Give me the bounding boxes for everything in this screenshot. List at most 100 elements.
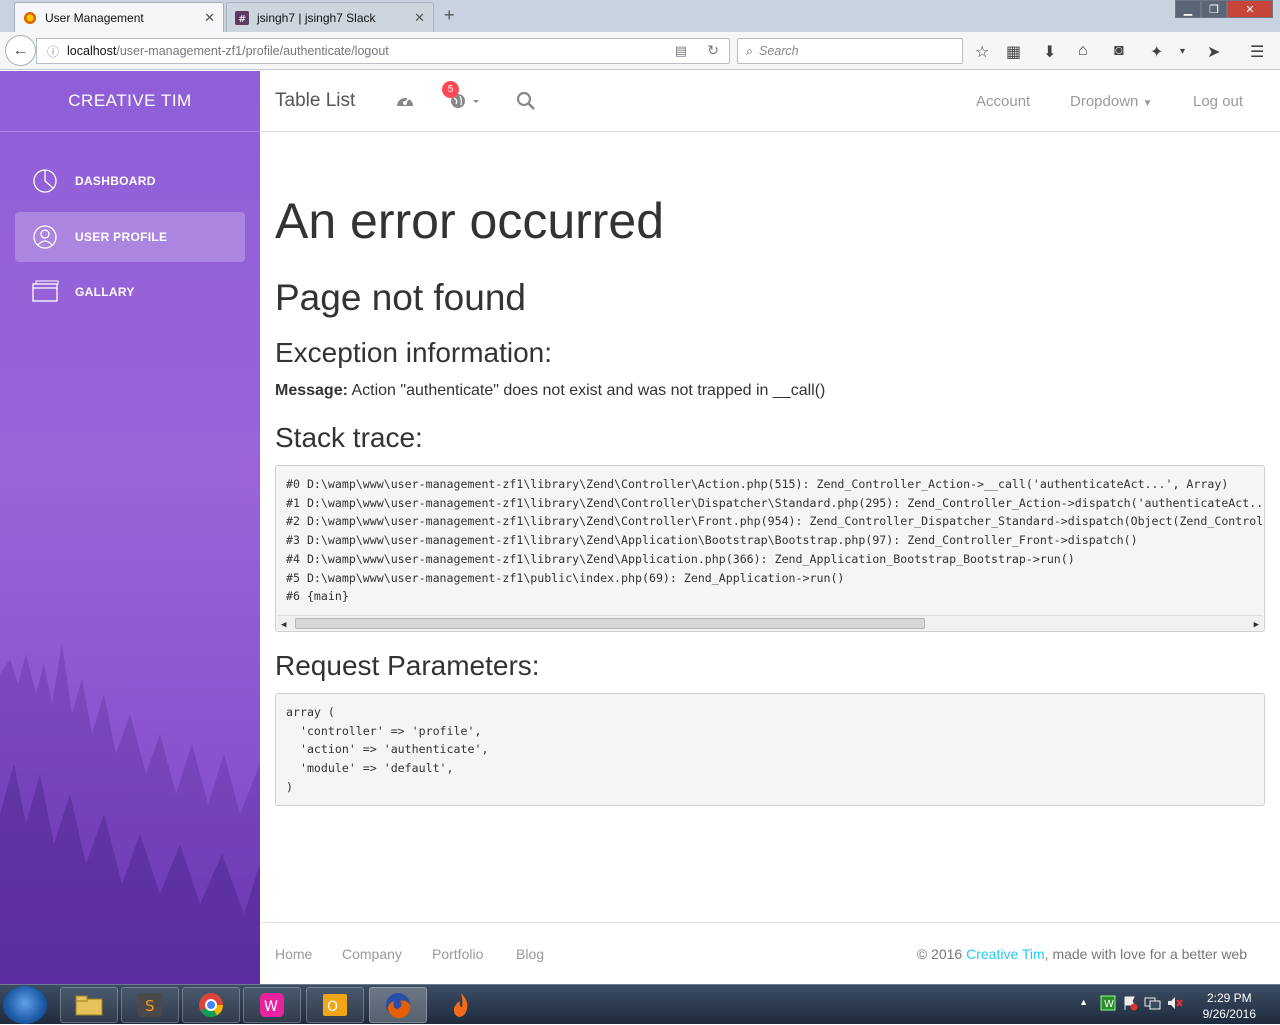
footer-link-home[interactable]: Home: [275, 946, 312, 962]
outlook-taskbar-icon[interactable]: O: [306, 987, 364, 1023]
page-title[interactable]: Table List: [275, 90, 355, 112]
creative-tim-link[interactable]: Creative Tim: [966, 946, 1045, 962]
sidebar-item-user-profile[interactable]: USER PROFILE: [15, 212, 245, 262]
search-placeholder: Search: [759, 44, 799, 58]
search-icon: ⌕: [746, 43, 754, 58]
copyright-suffix: , made with love for a better web: [1044, 946, 1247, 962]
params-line: ): [286, 779, 293, 794]
tray-app-icon[interactable]: W: [1100, 995, 1116, 1014]
action-center-icon[interactable]: [1122, 995, 1138, 1014]
scroll-right-icon[interactable]: ▶: [1254, 616, 1259, 631]
minimize-icon[interactable]: ▁: [1175, 0, 1201, 18]
bookmark-star-icon[interactable]: ☆: [975, 42, 989, 62]
svg-text:O: O: [327, 999, 338, 1015]
params-line: 'module' => 'default',: [286, 761, 454, 776]
horizontal-scrollbar[interactable]: ◀ ▶: [277, 615, 1263, 630]
home-icon[interactable]: ⌂: [1078, 42, 1088, 60]
extension-icon[interactable]: ✦: [1150, 42, 1163, 62]
stack-trace-box[interactable]: #0 D:\wamp\www\user-management-zf1\libra…: [275, 465, 1265, 632]
stack-line: #1 D:\wamp\www\user-management-zf1\libra…: [286, 495, 1265, 510]
dropdown-link[interactable]: Dropdown ▼: [1070, 93, 1152, 110]
back-arrow-icon[interactable]: ←: [5, 35, 36, 66]
top-navbar: Table List 5 Account Dropdown ▼ Log out: [260, 71, 1280, 132]
url-host: localhost: [67, 44, 117, 58]
explorer-taskbar-icon[interactable]: [60, 987, 118, 1023]
show-hidden-icons-icon[interactable]: ▲: [1079, 997, 1088, 1007]
sidebar-item-gallary[interactable]: GALLARY: [15, 267, 245, 317]
stack-line: #0 D:\wamp\www\user-management-zf1\libra…: [286, 477, 1229, 491]
tab-user-management[interactable]: User Management ✕: [14, 2, 224, 32]
account-link[interactable]: Account: [976, 93, 1030, 110]
send-icon[interactable]: ➤: [1207, 42, 1220, 62]
clock-date: 9/26/2016: [1202, 1007, 1256, 1021]
scrollbar-thumb[interactable]: [295, 618, 925, 629]
reading-list-icon[interactable]: ▦: [1006, 42, 1021, 62]
sidebar-brand[interactable]: CREATIVE TIM: [0, 71, 260, 132]
sidebar-item-label: USER PROFILE: [75, 230, 168, 244]
sidebar-item-label: GALLARY: [75, 285, 135, 299]
params-line: 'action' => 'authenticate',: [286, 742, 489, 757]
flame-app-taskbar-icon[interactable]: [432, 987, 490, 1023]
close-window-icon[interactable]: ✕: [1227, 0, 1273, 18]
notification-badge: 5: [442, 81, 459, 98]
firefox-taskbar-icon[interactable]: [369, 987, 427, 1023]
chrome-taskbar-icon[interactable]: [182, 987, 240, 1023]
download-icon[interactable]: ⬇: [1043, 42, 1056, 62]
message-label: Message:: [275, 382, 348, 399]
clock-time: 2:29 PM: [1206, 991, 1252, 1005]
copyright-prefix: © 2016: [916, 946, 967, 962]
tab-slack[interactable]: # jsingh7 | jsingh7 Slack ✕: [226, 2, 434, 32]
close-tab-icon[interactable]: ✕: [414, 10, 425, 26]
taskbar-clock[interactable]: 2:29 PM 9/26/2016: [1203, 990, 1256, 1022]
reader-view-icon[interactable]: ▤: [675, 43, 687, 59]
sidebar: CREATIVE TIM DASHBOARD USER PROFILE GALL…: [0, 71, 260, 984]
footer-link-blog[interactable]: Blog: [516, 946, 544, 962]
reload-icon[interactable]: ↻: [707, 42, 719, 59]
svg-text:W: W: [264, 999, 278, 1015]
request-params-heading: Request Parameters:: [275, 650, 540, 681]
sidebar-item-dashboard[interactable]: DASHBOARD: [15, 156, 245, 206]
sublime-taskbar-icon[interactable]: S: [121, 987, 179, 1023]
url-path: /user-management-zf1/profile/authenticat…: [116, 44, 389, 58]
chevron-down-icon[interactable]: ▾: [1180, 46, 1185, 57]
url-bar[interactable]: ⓘ localhost/user-management-zf1/profile/…: [36, 38, 730, 64]
windows-taskbar: S W O ▲ W 2:29 PM 9/26/2016: [0, 984, 1280, 1024]
volume-muted-icon[interactable]: [1166, 995, 1184, 1014]
forest-background-image: [0, 644, 260, 984]
pie-chart-icon: [33, 169, 57, 193]
tab-title: jsingh7 | jsingh7 Slack: [257, 10, 376, 25]
network-icon[interactable]: [1144, 995, 1162, 1014]
tab-title: User Management: [45, 10, 144, 25]
menu-icon[interactable]: ☰: [1250, 42, 1264, 62]
info-icon[interactable]: ⓘ: [47, 43, 59, 60]
start-button-icon[interactable]: [3, 986, 47, 1024]
exception-heading: Exception information:: [275, 337, 553, 368]
user-icon: [33, 225, 57, 249]
wamp-taskbar-icon[interactable]: W: [243, 987, 301, 1023]
scroll-left-icon[interactable]: ◀: [281, 616, 286, 631]
params-line: array (: [286, 705, 335, 719]
windows-icon: [32, 280, 59, 302]
stack-line: #6 {main}: [286, 589, 349, 604]
maximize-icon[interactable]: ❐: [1201, 0, 1227, 18]
new-tab-icon[interactable]: +: [444, 5, 455, 26]
slack-favicon-icon: #: [235, 10, 249, 25]
footer-link-portfolio[interactable]: Portfolio: [432, 946, 483, 962]
browser-search-input[interactable]: ⌕ Search: [737, 38, 963, 64]
logout-link[interactable]: Log out: [1193, 93, 1243, 110]
footer: Home Company Portfolio Blog © 2016 Creat…: [260, 922, 1280, 984]
dashboard-gauge-icon[interactable]: [395, 91, 415, 114]
footer-link-company[interactable]: Company: [342, 946, 402, 962]
svg-text:W: W: [1104, 999, 1114, 1010]
dropdown-label: Dropdown: [1070, 93, 1139, 110]
close-tab-icon[interactable]: ✕: [204, 10, 215, 26]
copyright: © 2016 Creative Tim, made with love for …: [917, 946, 1247, 962]
pocket-icon[interactable]: ◙: [1114, 42, 1124, 60]
stack-line: #4 D:\wamp\www\user-management-zf1\libra…: [286, 551, 1075, 566]
params-line: 'controller' => 'profile',: [286, 723, 482, 738]
search-icon[interactable]: [516, 91, 536, 116]
caret-down-icon: ▼: [1142, 98, 1153, 109]
stack-trace-heading: Stack trace:: [275, 422, 423, 453]
exception-message: Message: Action "authenticate" does not …: [275, 382, 825, 400]
browser-tab-bar: User Management ✕ # jsingh7 | jsingh7 Sl…: [0, 0, 1280, 32]
